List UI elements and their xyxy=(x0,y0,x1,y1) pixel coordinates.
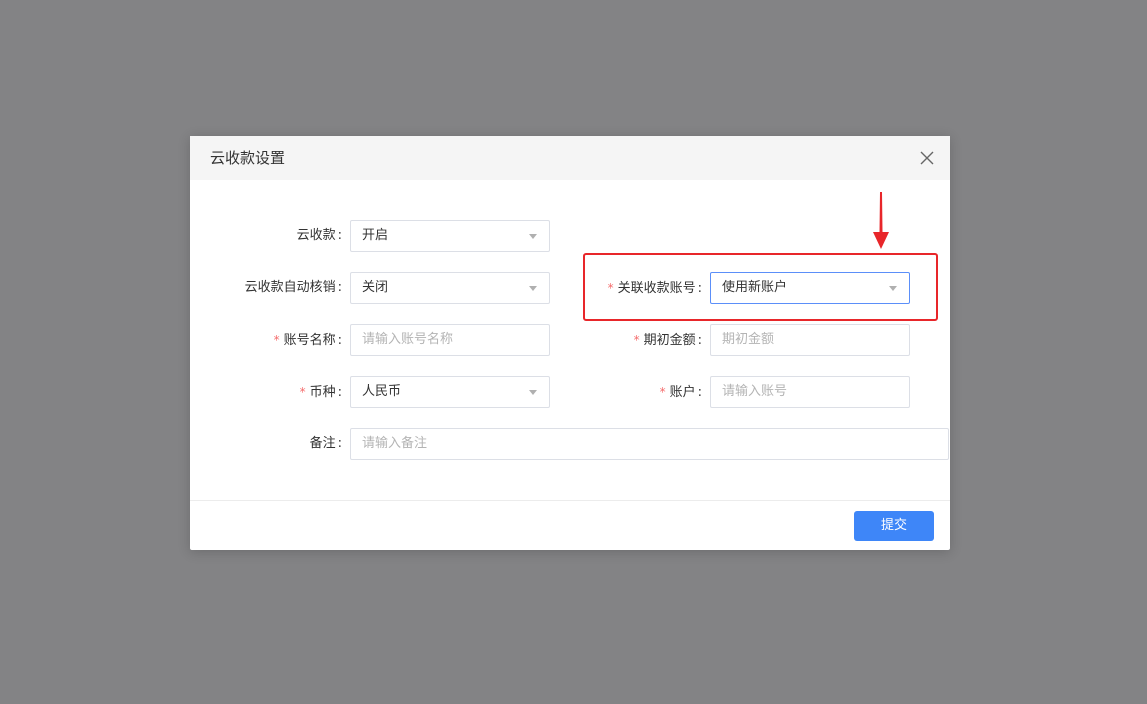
footer-divider xyxy=(190,500,950,501)
account-input[interactable]: 请输入账号 xyxy=(710,376,910,408)
required-mark: * xyxy=(659,385,666,399)
auto-writeoff-select[interactable]: 关闭 xyxy=(350,272,550,304)
account-placeholder: 请输入账号 xyxy=(722,384,788,399)
currency-select[interactable]: 人民币 xyxy=(350,376,550,408)
auto-writeoff-value: 关闭 xyxy=(362,280,389,295)
account-label: * 账户: xyxy=(659,385,702,400)
currency-label: * 币种: xyxy=(299,385,342,400)
account-name-label: * 账号名称: xyxy=(273,333,342,348)
remark-placeholder: 请输入备注 xyxy=(362,436,428,451)
remark-input[interactable]: 请输入备注 xyxy=(350,428,949,460)
remark-label: 备注: xyxy=(309,436,342,451)
required-mark: * xyxy=(633,333,640,347)
annotation-highlight-box xyxy=(583,253,938,321)
cloud-receipt-label: 云收款: xyxy=(296,228,342,243)
close-button[interactable] xyxy=(918,149,936,167)
dialog-title: 云收款设置 xyxy=(210,149,286,167)
chevron-down-icon xyxy=(529,390,537,395)
cloud-receipt-select[interactable]: 开启 xyxy=(350,220,550,252)
account-name-input[interactable]: 请输入账号名称 xyxy=(350,324,550,356)
account-name-placeholder: 请输入账号名称 xyxy=(362,332,454,347)
close-icon xyxy=(920,151,934,165)
opening-amount-label: * 期初金额: xyxy=(633,333,702,348)
currency-value: 人民币 xyxy=(362,384,402,399)
annotation-arrow-icon xyxy=(873,192,889,249)
chevron-down-icon xyxy=(529,234,537,239)
required-mark: * xyxy=(299,385,306,399)
cloud-receipt-settings-dialog: 云收款设置 云收款: 开启 云收款自动核销: 关闭 * 关联收款账号: 使用新账户… xyxy=(190,136,950,550)
dialog-header: 云收款设置 xyxy=(190,136,950,180)
chevron-down-icon xyxy=(529,286,537,291)
submit-button[interactable]: 提交 xyxy=(854,511,934,541)
opening-amount-input[interactable]: 期初金额 xyxy=(710,324,910,356)
cloud-receipt-value: 开启 xyxy=(362,228,389,243)
opening-amount-placeholder: 期初金额 xyxy=(722,332,775,347)
auto-writeoff-label: 云收款自动核销: xyxy=(244,280,342,295)
required-mark: * xyxy=(273,333,280,347)
